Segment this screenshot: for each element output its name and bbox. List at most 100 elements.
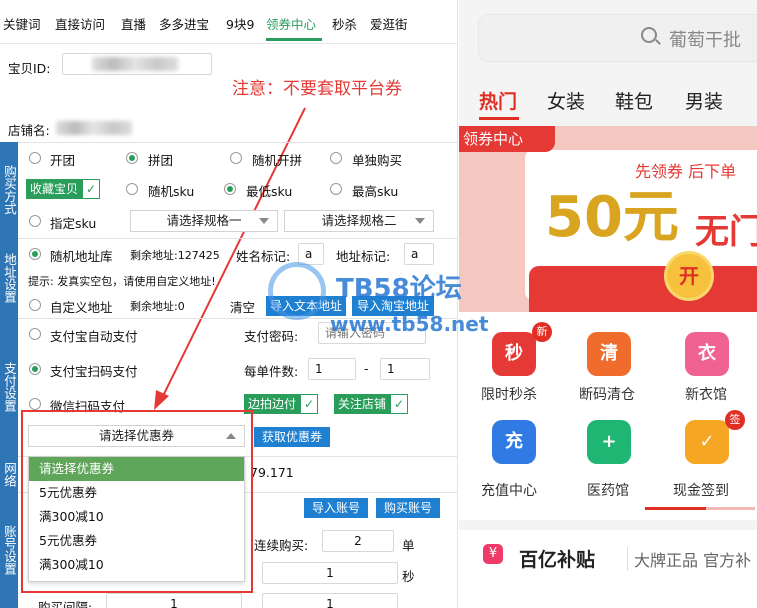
check-icon: ✓ — [300, 394, 319, 414]
active-category-indicator — [479, 117, 519, 120]
progress-fill — [645, 507, 706, 510]
continuous-buy-input[interactable]: 2 — [322, 530, 394, 552]
search-icon — [641, 27, 657, 43]
grid-label[interactable]: 医药馆 — [587, 480, 629, 500]
banner-open-button[interactable]: 开 — [667, 254, 711, 298]
radio-custom-address[interactable] — [29, 299, 41, 311]
pay-password-label: 支付密码: — [244, 329, 299, 344]
buy-interval-label: 购买间隔: — [38, 600, 93, 608]
grid-label[interactable]: 充值中心 — [481, 480, 537, 500]
radio-lowest-sku[interactable] — [224, 183, 236, 195]
highest-sku-label: 最高sku — [352, 184, 399, 199]
continuous-buy-label: 连续购买: — [254, 538, 309, 553]
radio-single-buy[interactable] — [330, 152, 342, 164]
random-sku-label: 随机sku — [148, 184, 195, 199]
custom-address-label: 自定义地址 — [50, 300, 113, 315]
watermark-url: www.tb58.net — [330, 312, 489, 336]
yuan-icon: ¥ — [483, 544, 503, 564]
grid-icon-3[interactable]: 充 — [492, 420, 536, 464]
get-coupon-button[interactable]: 获取优惠券 — [254, 427, 330, 447]
single-buy-label: 单独购买 — [352, 153, 403, 168]
favorite-label: 收藏宝贝 — [26, 179, 83, 199]
radio-wechat-qr[interactable] — [29, 398, 41, 410]
payment-side-label: 支付设置 — [0, 318, 18, 456]
radio-highest-sku[interactable] — [330, 183, 342, 195]
purchase-side-label: 购买方式 — [0, 142, 18, 238]
alipay-qr-label: 支付宝扫码支付 — [50, 364, 138, 379]
radio-random-sku[interactable] — [126, 183, 138, 195]
group-buy-label: 拼团 — [148, 153, 174, 168]
network-side-label: 网络 — [0, 456, 18, 492]
banner-subtitle: 无门 — [695, 212, 757, 252]
follow-shop-label: 关注店铺 — [334, 394, 391, 414]
divider — [18, 142, 457, 143]
check-icon: ✓ — [390, 394, 409, 414]
grid-scroll-progress — [645, 507, 755, 510]
grid-icon-5[interactable]: ✓ — [685, 420, 729, 464]
category-bags[interactable]: 鞋包 — [615, 87, 653, 114]
per-order-qty-label: 每单件数: — [244, 364, 299, 379]
buy-account-button[interactable]: 购买账号 — [376, 498, 440, 518]
check-icon: ✓ — [82, 179, 101, 199]
coupon-banner[interactable]: 领券中心 先领券 后下单 50元 无门 开 — [459, 126, 757, 312]
chevron-down-icon — [415, 218, 425, 224]
specific-sku-label: 指定sku — [50, 216, 97, 231]
address-mark-input[interactable]: a — [404, 243, 434, 265]
radio-group-buy[interactable] — [126, 152, 138, 164]
grid-badge: 签 — [725, 410, 745, 430]
open-group-label: 开团 — [50, 153, 76, 168]
grid-label[interactable]: 现金签到 — [673, 480, 729, 500]
radio-random-group[interactable] — [230, 152, 242, 164]
buy-interval-min[interactable]: 1 — [106, 593, 242, 608]
grid-label[interactable]: 限时秒杀 — [481, 384, 537, 404]
radio-open-group[interactable] — [29, 152, 41, 164]
lowest-sku-label: 最低sku — [246, 184, 293, 199]
clear-link[interactable]: 清空 — [230, 297, 255, 316]
radio-alipay-qr[interactable] — [29, 363, 41, 375]
import-account-button[interactable]: 导入账号 — [304, 498, 368, 518]
alipay-auto-label: 支付宝自动支付 — [50, 329, 138, 344]
radio-specific-sku[interactable] — [29, 215, 41, 227]
chevron-down-icon — [259, 218, 269, 224]
divider — [18, 238, 457, 239]
radio-alipay-auto[interactable] — [29, 328, 41, 340]
favorite-checkbox[interactable]: 收藏宝贝 ✓ — [26, 179, 101, 199]
grid-label[interactable]: 断码清仓 — [579, 384, 635, 404]
grid-icon-1[interactable]: 清 — [587, 332, 631, 376]
banner-slogan: 先领券 后下单 — [635, 162, 737, 181]
category-women[interactable]: 女装 — [547, 87, 585, 114]
pay-while-shoot-checkbox[interactable]: 边拍边付 ✓ — [244, 394, 319, 414]
random-address-label: 随机地址库 — [50, 249, 113, 264]
per-order-qty-max[interactable]: 1 — [380, 358, 430, 380]
category-hot[interactable]: 热门 — [479, 87, 517, 114]
subsidy-title: 百亿补贴 — [519, 549, 596, 571]
banner-tag: 领券中心 — [459, 126, 555, 152]
banner-amount: 50元 — [545, 185, 679, 250]
address-mark-label: 地址标记: — [336, 249, 391, 264]
account-side-label: 账号设置 — [0, 492, 18, 608]
spec1-value: 请选择规格一 — [166, 213, 242, 228]
grid-icon-2[interactable]: 衣 — [685, 332, 729, 376]
random-group-label: 随机开拼 — [252, 153, 303, 168]
grid-icon-4[interactable]: + — [587, 420, 631, 464]
subsidy-subtitle: 大牌正品 官方补 — [627, 547, 751, 571]
address-tip: 提示: 发真实空包，请使用自定义地址! — [28, 275, 216, 288]
category-men[interactable]: 男装 — [685, 87, 723, 114]
spec2-select[interactable]: 请选择规格二 — [284, 210, 434, 232]
radio-random-address[interactable] — [29, 248, 41, 260]
banner-envelope — [529, 266, 757, 312]
buy-interval-max[interactable]: 1 — [262, 593, 398, 608]
search-placeholder: 葡萄干批 — [669, 30, 741, 51]
grid-badge: 新 — [532, 322, 552, 342]
app-preview: 葡萄干批 热门 女装 鞋包 男装 领券中心 先领券 后下单 50元 无门 开 秒… — [459, 0, 757, 608]
remaining-address-count: 剩余地址:127425 — [130, 249, 220, 262]
follow-shop-checkbox[interactable]: 关注店铺 ✓ — [334, 394, 409, 414]
delay-input[interactable]: 1 — [262, 562, 398, 584]
per-order-qty-min[interactable]: 1 — [308, 358, 356, 380]
spec1-select[interactable]: 请选择规格一 — [130, 210, 278, 232]
grid-icon-0[interactable]: 秒 — [492, 332, 536, 376]
unit-order: 单 — [402, 538, 415, 553]
watermark-logo — [268, 262, 326, 320]
custom-remaining-count: 剩余地址:0 — [130, 300, 185, 313]
grid-label[interactable]: 新衣馆 — [685, 384, 727, 404]
